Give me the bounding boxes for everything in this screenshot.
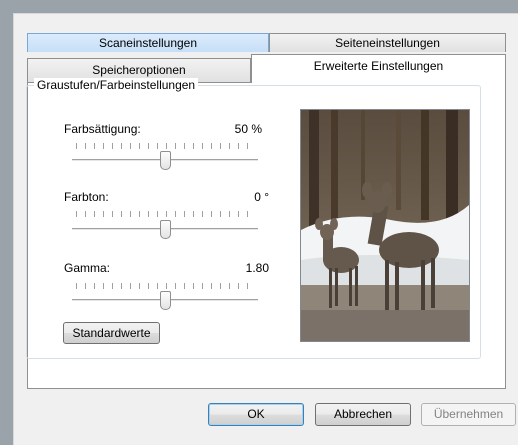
hue-slider-thumb[interactable] xyxy=(160,220,171,239)
defaults-button[interactable]: Standardwerte xyxy=(63,322,160,344)
tab-scaneinstellungen[interactable]: Scaneinstellungen xyxy=(27,33,269,52)
gamma-ticks xyxy=(76,283,256,289)
hue-value: 0 ° xyxy=(254,190,269,204)
group-title: Graustufen/Farbeinstellungen xyxy=(34,78,199,92)
gamma-label: Gamma: xyxy=(64,261,111,275)
tab-erweiterte-einstellungen[interactable]: Erweiterte Einstellungen xyxy=(251,54,506,83)
saturation-ticks xyxy=(76,143,256,149)
tab-seiteneinstellungen[interactable]: Seiteneinstellungen xyxy=(269,33,506,52)
deer-photo-icon xyxy=(301,110,469,341)
hue-ticks xyxy=(76,211,256,217)
preview-image xyxy=(300,109,470,342)
hue-label: Farbton: xyxy=(64,190,109,204)
saturation-slider-thumb[interactable] xyxy=(160,151,171,170)
ok-button[interactable]: OK xyxy=(208,403,304,426)
gamma-value: 1.80 xyxy=(245,261,269,275)
gamma-slider-thumb[interactable] xyxy=(160,291,171,310)
cancel-button[interactable]: Abbrechen xyxy=(315,403,411,426)
saturation-label: Farbsättigung: xyxy=(64,122,141,136)
saturation-value: 50 % xyxy=(234,122,262,136)
apply-button[interactable]: Übernehmen xyxy=(421,403,516,426)
